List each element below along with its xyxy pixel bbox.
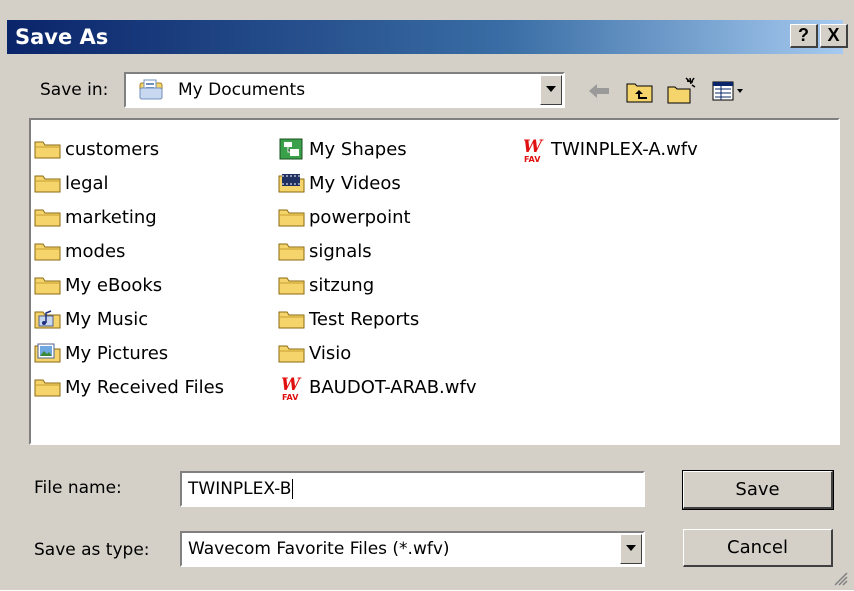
file-list-item[interactable]: My Music bbox=[33, 304, 148, 334]
file-name-value: TWINPLEX-B bbox=[188, 479, 294, 499]
file-list-item[interactable]: W FAV BAUDOT-ARAB.wfv bbox=[277, 372, 477, 402]
wfv-file-icon: W FAV bbox=[277, 375, 307, 402]
folder-icon bbox=[277, 307, 307, 331]
folder-icon bbox=[33, 239, 63, 263]
save-as-type-label: Save as type: bbox=[34, 540, 150, 560]
file-name-input[interactable]: TWINPLEX-B bbox=[180, 471, 645, 507]
wfv-file-icon: W FAV bbox=[519, 137, 549, 164]
file-list-item-label: powerpoint bbox=[309, 206, 411, 228]
cancel-button[interactable]: Cancel bbox=[683, 529, 833, 567]
file-list-item-label: My Pictures bbox=[65, 342, 169, 364]
file-list-item[interactable]: Test Reports bbox=[277, 304, 419, 334]
window-title: Save As bbox=[15, 25, 109, 49]
save-in-combo[interactable]: My Documents bbox=[124, 72, 565, 108]
save-in-label: Save in: bbox=[40, 80, 109, 100]
file-list-item[interactable]: My Pictures bbox=[33, 338, 168, 368]
pictures-folder-icon bbox=[33, 341, 63, 365]
file-list-item[interactable]: powerpoint bbox=[277, 202, 411, 232]
file-list[interactable]: customers legal marketing modes My eBooks My … bbox=[29, 118, 840, 445]
file-list-item-label: Test Reports bbox=[309, 308, 420, 330]
file-list-item-label: customers bbox=[65, 138, 160, 160]
view-menu-icon[interactable] bbox=[710, 76, 746, 106]
folder-icon bbox=[33, 137, 63, 161]
save-button[interactable]: Save bbox=[682, 470, 834, 510]
shapes-folder-icon bbox=[277, 137, 307, 161]
file-list-item[interactable]: W FAV TWINPLEX-A.wfv bbox=[519, 134, 698, 164]
file-list-item-label: Visio bbox=[309, 342, 352, 364]
save-as-type-value: Wavecom Favorite Files (*.wfv) bbox=[188, 539, 450, 559]
back-arrow-icon[interactable] bbox=[583, 76, 615, 106]
svg-text:FAV: FAV bbox=[524, 155, 541, 163]
videos-folder-icon bbox=[277, 171, 307, 195]
close-button[interactable]: X bbox=[820, 24, 848, 48]
file-list-item-label: marketing bbox=[65, 206, 157, 228]
folder-icon bbox=[277, 273, 307, 297]
music-folder-icon bbox=[33, 307, 63, 331]
file-name-label: File name: bbox=[34, 478, 122, 498]
save-in-value: My Documents bbox=[178, 80, 306, 100]
file-list-item[interactable]: My Shapes bbox=[277, 134, 407, 164]
file-list-item-label: My Shapes bbox=[309, 138, 407, 160]
folder-icon bbox=[277, 341, 307, 365]
up-folder-icon[interactable] bbox=[624, 76, 656, 106]
folder-icon bbox=[277, 205, 307, 229]
file-list-item-label: modes bbox=[65, 240, 126, 262]
title-bar[interactable]: Save As ? X bbox=[7, 20, 848, 54]
svg-text:W: W bbox=[281, 375, 302, 395]
file-list-item[interactable]: signals bbox=[277, 236, 372, 266]
file-list-item[interactable]: My Videos bbox=[277, 168, 401, 198]
folder-icon bbox=[33, 375, 63, 399]
folder-icon bbox=[277, 239, 307, 263]
file-list-item[interactable]: customers bbox=[33, 134, 159, 164]
file-list-item[interactable]: My Received Files bbox=[33, 372, 224, 402]
file-list-item[interactable]: modes bbox=[33, 236, 125, 266]
new-folder-icon[interactable] bbox=[666, 76, 698, 106]
file-list-item-label: signals bbox=[309, 240, 372, 262]
folder-icon bbox=[33, 171, 63, 195]
file-list-item[interactable]: Visio bbox=[277, 338, 351, 368]
save-as-type-select[interactable]: Wavecom Favorite Files (*.wfv) bbox=[180, 531, 645, 567]
save-as-type-dropdown-button[interactable] bbox=[620, 534, 642, 564]
help-button[interactable]: ? bbox=[790, 24, 818, 48]
file-list-item[interactable]: marketing bbox=[33, 202, 157, 232]
save-in-dropdown-button[interactable] bbox=[540, 75, 562, 105]
svg-text:FAV: FAV bbox=[282, 393, 299, 401]
my-documents-icon bbox=[138, 78, 164, 102]
save-as-dialog: Save As ? X Save in: My Documents custom… bbox=[0, 0, 854, 590]
resize-grip-icon[interactable] bbox=[832, 570, 848, 586]
file-list-item[interactable]: sitzung bbox=[277, 270, 374, 300]
folder-icon bbox=[33, 205, 63, 229]
file-list-item-label: My eBooks bbox=[65, 274, 163, 296]
file-list-item-label: legal bbox=[65, 172, 109, 194]
file-list-item-label: TWINPLEX-A.wfv bbox=[551, 138, 698, 160]
file-list-item-label: sitzung bbox=[309, 274, 375, 296]
folder-icon bbox=[33, 273, 63, 297]
file-list-item-label: My Videos bbox=[309, 172, 401, 194]
svg-text:W: W bbox=[523, 137, 544, 157]
file-list-item-label: BAUDOT-ARAB.wfv bbox=[309, 376, 477, 398]
file-list-item[interactable]: legal bbox=[33, 168, 109, 198]
file-list-item-label: My Music bbox=[65, 308, 149, 330]
file-list-item[interactable]: My eBooks bbox=[33, 270, 162, 300]
file-list-item-label: My Received Files bbox=[65, 376, 225, 398]
